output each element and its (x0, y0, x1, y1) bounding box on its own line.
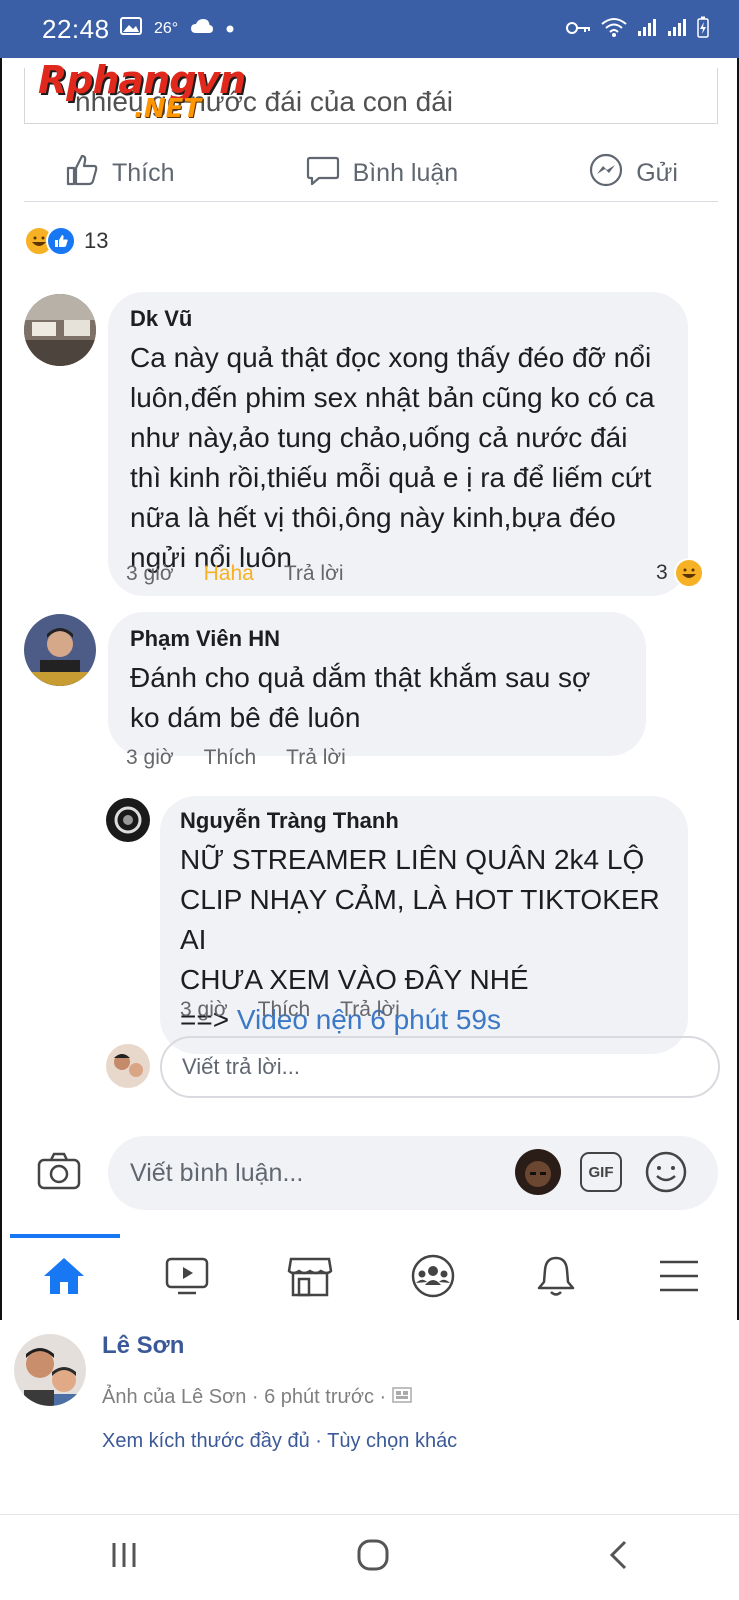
avatar-dk-vu[interactable] (24, 294, 96, 366)
status-bar: 22:48 26° (0, 0, 739, 58)
watermark-logo: Rphangvn .NET (38, 60, 246, 124)
signal-icon-2 (667, 17, 687, 42)
home-icon (42, 1256, 86, 1301)
comment-input[interactable]: Viết bình luận... GIF (108, 1136, 718, 1210)
haha-reaction-icon (673, 558, 704, 588)
battery-icon (697, 16, 709, 43)
comment-meta: 3 giờ Thích Trả lời (126, 746, 346, 770)
caption-subtitle-text: Ảnh của Lê Sơn · 6 phút trước · (102, 1386, 387, 1408)
comment-meta: 3 giờ Haha Trả lời (126, 562, 344, 586)
send-button[interactable]: Gửi (588, 152, 678, 195)
reply-text-line-3: CHƯA XEM VÀO ĐÂY NHÉ (180, 964, 529, 995)
like-label: Thích (112, 159, 175, 187)
like-reaction-icon (46, 226, 76, 256)
comment-composer: Viết bình luận... GIF (2, 1128, 737, 1214)
reply-time: 3 giờ (180, 998, 228, 1021)
reaction-count: 13 (84, 228, 109, 253)
reply-text-line-1: NỮ STREAMER LIÊN QUÂN 2k4 LỘ (180, 844, 645, 875)
emoji-icon[interactable] (644, 1150, 688, 1201)
reply-author[interactable]: Nguyễn Tràng Thanh (180, 808, 668, 834)
comment-placeholder: Viết bình luận... (130, 1158, 304, 1187)
send-label: Gửi (636, 159, 678, 187)
reply-meta: 3 giờ Thích Trả lời (180, 998, 400, 1022)
groups-icon (410, 1253, 456, 1304)
facebook-screenshot: Rphangvn .NET nhiều gò nước đái của con … (0, 58, 739, 1320)
avatar-sticker-icon[interactable] (514, 1148, 562, 1203)
avatar-current-user (106, 1044, 150, 1088)
marketplace-icon (287, 1255, 333, 1302)
tab-home[interactable] (34, 1248, 94, 1308)
tab-groups[interactable] (403, 1248, 463, 1308)
camera-icon[interactable] (36, 1150, 82, 1197)
gif-button[interactable]: GIF (580, 1152, 622, 1192)
key-icon (565, 19, 591, 40)
facebook-tab-bar (2, 1236, 737, 1320)
comment-text: Đánh cho quả dắm thật khắm sau sợ ko dám… (130, 662, 591, 733)
tab-notifications[interactable] (526, 1248, 586, 1308)
avatar-nguyen-trang-thanh[interactable] (106, 798, 150, 842)
comment-author[interactable]: Phạm Viên HN (130, 626, 624, 652)
comment-reaction-summary[interactable]: 3 (656, 558, 704, 588)
home-button-icon[interactable] (356, 1538, 390, 1577)
reply-button[interactable]: Trả lời (284, 562, 344, 586)
gallery-icon (120, 16, 142, 41)
tab-marketplace[interactable] (280, 1248, 340, 1308)
recent-apps-icon[interactable] (109, 1540, 139, 1575)
comment-author[interactable]: Dk Vũ (130, 306, 666, 332)
back-icon[interactable] (607, 1539, 631, 1576)
reply-button[interactable]: Trả lời (340, 998, 400, 1022)
wifi-icon (601, 17, 627, 42)
like-comment-button[interactable]: Thích (204, 746, 257, 770)
reply-text-line-2: CLIP NHẠY CẢM, LÀ HOT TIKTOKER AI (180, 884, 660, 955)
post-actions: Thích Bình luận Gửi (24, 146, 718, 202)
comment-label: Bình luận (352, 159, 459, 187)
cloud-icon (190, 18, 214, 39)
reply-placeholder: Viết trả lời... (182, 1054, 300, 1079)
caption-author[interactable]: Lê Sơn (102, 1332, 184, 1360)
comment-reaction-count: 3 (656, 561, 668, 584)
like-reply-button[interactable]: Thích (258, 998, 311, 1022)
temperature: 26° (154, 19, 179, 37)
android-nav-bar (0, 1514, 739, 1600)
tab-watch[interactable] (157, 1248, 217, 1308)
thumbs-up-icon (64, 152, 100, 195)
caption-subtitle: Ảnh của Lê Sơn · 6 phút trước · (102, 1386, 412, 1409)
comment-bubble: Dk Vũ Ca này quả thật đọc xong thấy đéo … (108, 292, 688, 596)
reply-button[interactable]: Trả lời (286, 746, 346, 770)
messenger-icon (588, 152, 624, 195)
like-button[interactable]: Thích (64, 152, 175, 195)
photo-caption: Lê Sơn Ảnh của Lê Sơn · 6 phút trước · X… (0, 1320, 739, 1510)
avatar-pham-vien[interactable] (24, 614, 96, 686)
tab-menu[interactable] (649, 1248, 709, 1308)
bell-icon (536, 1254, 576, 1303)
avatar-le-son[interactable] (14, 1334, 86, 1406)
reply-input[interactable]: Viết trả lời... (160, 1036, 720, 1098)
haha-button[interactable]: Haha (204, 562, 254, 586)
signal-icon-1 (637, 17, 657, 42)
comment-bubble: Phạm Viên HN Đánh cho quả dắm thật khắm … (108, 612, 646, 756)
video-icon (164, 1256, 210, 1301)
album-icon (392, 1386, 412, 1408)
comment-text: Ca này quả thật đọc xong thấy đéo đỡ nổi… (130, 342, 655, 573)
reactions-summary[interactable]: 13 (24, 226, 108, 256)
comment-time: 3 giờ (126, 562, 174, 585)
hamburger-menu-icon (658, 1258, 700, 1299)
caption-links[interactable]: Xem kích thước đầy đủ · Tùy chọn khác (102, 1430, 457, 1453)
comment-button[interactable]: Bình luận (305, 152, 459, 195)
status-time: 22:48 (42, 14, 110, 44)
comment-time: 3 giờ (126, 746, 174, 769)
comment-bubble-icon (305, 152, 341, 195)
notification-dot-icon (226, 20, 234, 38)
